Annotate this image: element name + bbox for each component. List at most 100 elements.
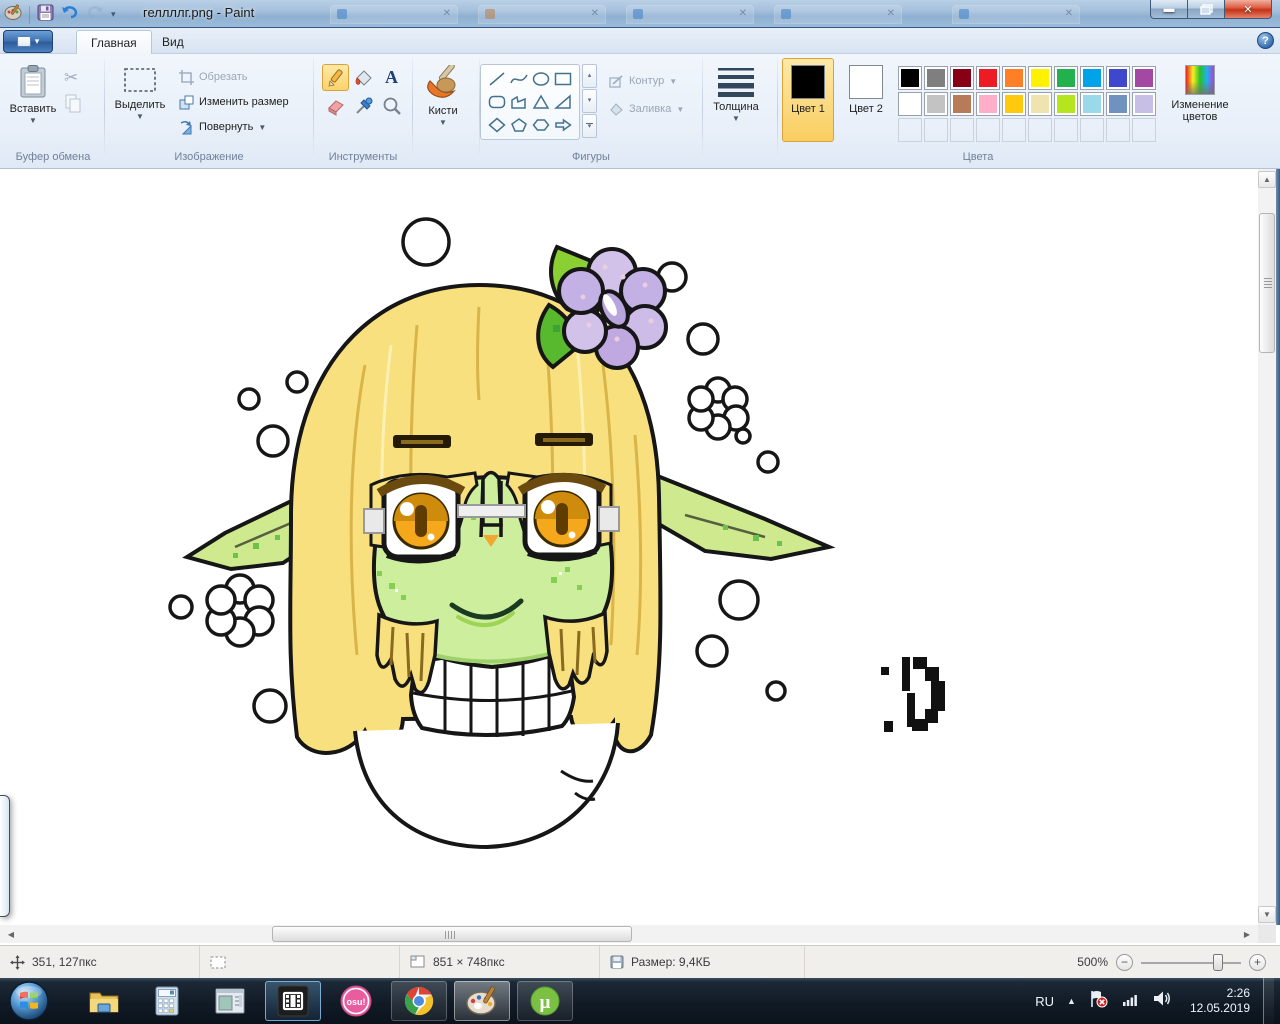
palette-swatch[interactable] <box>1028 66 1052 90</box>
taskbar-chrome[interactable] <box>391 981 447 1021</box>
zoom-out-button[interactable]: − <box>1116 954 1133 971</box>
save-button[interactable] <box>37 4 54 26</box>
shape-hexagon[interactable] <box>530 113 552 136</box>
palette-swatch-empty[interactable] <box>1002 118 1026 142</box>
start-button[interactable] <box>8 980 50 1022</box>
rotate-button[interactable]: Повернуть ▼ <box>175 116 293 138</box>
restore-button[interactable] <box>1188 0 1224 19</box>
palette-swatch-empty[interactable] <box>898 118 922 142</box>
shape-rectangle[interactable] <box>552 68 574 91</box>
palette-swatch[interactable] <box>898 66 922 90</box>
palette-swatch-empty[interactable] <box>1132 118 1156 142</box>
zoom-in-button[interactable]: + <box>1249 954 1266 971</box>
shapes-more-button[interactable]: ▾ <box>582 114 597 138</box>
taskbar-explorer[interactable] <box>76 981 132 1021</box>
palette-swatch[interactable] <box>1132 66 1156 90</box>
shape-arrow-right[interactable] <box>552 113 574 136</box>
taskbar-osu[interactable]: osu! <box>328 981 384 1021</box>
palette-swatch[interactable] <box>976 92 1000 116</box>
palette-swatch[interactable] <box>1132 92 1156 116</box>
shape-triangle[interactable] <box>530 91 552 114</box>
brushes-button[interactable]: Кисти ▼ <box>413 58 473 142</box>
close-button[interactable]: ✕ <box>1224 0 1272 19</box>
shape-line[interactable] <box>486 68 508 91</box>
action-center-icon[interactable] <box>1089 990 1109 1013</box>
crop-button[interactable]: Обрезать <box>175 66 293 88</box>
qat-customize-button[interactable]: ▾ <box>111 9 116 20</box>
taskbar-system-window[interactable] <box>202 981 258 1021</box>
palette-swatch[interactable] <box>976 66 1000 90</box>
scroll-left-arrow[interactable]: ◀ <box>2 925 20 943</box>
paint-menu-button[interactable]: ▾ <box>3 30 53 53</box>
tray-expand-button[interactable]: ▲ <box>1067 996 1076 1006</box>
horizontal-scroll-thumb[interactable] <box>272 926 632 942</box>
palette-swatch[interactable] <box>1054 66 1078 90</box>
cut-button[interactable]: ✂ <box>64 68 82 88</box>
palette-swatch[interactable] <box>924 92 948 116</box>
palette-swatch-empty[interactable] <box>1028 118 1052 142</box>
tab-view[interactable]: Вид <box>148 30 198 54</box>
palette-swatch[interactable] <box>1054 92 1078 116</box>
taskbar-utorrent[interactable]: µ <box>517 981 573 1021</box>
palette-swatch[interactable] <box>1080 66 1104 90</box>
show-desktop-button[interactable] <box>1263 978 1274 1024</box>
palette-swatch-empty[interactable] <box>1080 118 1104 142</box>
scroll-down-arrow[interactable]: ▼ <box>1258 906 1276 923</box>
language-indicator[interactable]: RU <box>1035 994 1054 1009</box>
shape-polygon[interactable] <box>508 91 530 114</box>
undo-button[interactable] <box>61 4 79 25</box>
tab-home[interactable]: Главная <box>76 30 152 54</box>
copy-button[interactable] <box>64 94 82 114</box>
select-button[interactable]: Выделить ▼ <box>105 58 175 142</box>
shape-pentagon[interactable] <box>508 113 530 136</box>
palette-swatch[interactable] <box>950 66 974 90</box>
palette-swatch-empty[interactable] <box>976 118 1000 142</box>
resize-button[interactable]: Изменить размер <box>175 91 293 113</box>
shape-diamond[interactable] <box>486 113 508 136</box>
paste-button[interactable]: Вставить ▼ <box>2 58 64 142</box>
palette-swatch[interactable] <box>898 92 922 116</box>
magnifier-tool[interactable] <box>378 92 405 119</box>
shape-rounded-rectangle[interactable] <box>486 91 508 114</box>
palette-swatch[interactable] <box>950 92 974 116</box>
scroll-up-arrow[interactable]: ▲ <box>1258 171 1276 188</box>
vertical-scrollbar[interactable]: ▲ ▼ <box>1258 169 1276 925</box>
shape-outline-button[interactable]: Контур ▼ <box>605 70 688 92</box>
palette-swatch-empty[interactable] <box>1106 118 1130 142</box>
network-icon[interactable] <box>1122 991 1140 1012</box>
color2-button[interactable]: Цвет 2 <box>840 58 892 142</box>
shapes-scroll-down-button[interactable]: ▾ <box>582 89 597 113</box>
palette-swatch[interactable] <box>924 66 948 90</box>
edit-colors-button[interactable]: Изменение цветов <box>1164 58 1236 142</box>
pencil-tool[interactable] <box>322 64 349 91</box>
paint-canvas-artwork[interactable] <box>165 185 965 943</box>
palette-swatch[interactable] <box>1028 92 1052 116</box>
scroll-right-arrow[interactable]: ▶ <box>1238 925 1256 943</box>
help-button[interactable]: ? <box>1257 32 1274 49</box>
zoom-slider[interactable] <box>1141 954 1241 971</box>
zoom-slider-thumb[interactable] <box>1213 954 1223 971</box>
taskbar-paint[interactable] <box>454 981 510 1021</box>
text-tool[interactable]: A <box>378 64 405 91</box>
redo-button[interactable] <box>86 4 104 25</box>
shape-right-triangle[interactable] <box>552 91 574 114</box>
palette-swatch-empty[interactable] <box>1054 118 1078 142</box>
shape-ellipse[interactable] <box>530 68 552 91</box>
palette-swatch[interactable] <box>1002 92 1026 116</box>
palette-swatch-empty[interactable] <box>924 118 948 142</box>
size-button[interactable]: Толщина ▼ <box>703 58 769 142</box>
shape-fill-button[interactable]: Заливка ▼ <box>605 98 688 120</box>
clock[interactable]: 2:26 12.05.2019 <box>1190 986 1250 1016</box>
volume-icon[interactable] <box>1153 990 1173 1012</box>
shape-curve[interactable] <box>508 68 530 91</box>
shapes-scroll-up-button[interactable]: ▴ <box>582 64 597 88</box>
minimize-button[interactable]: ▬ <box>1150 0 1188 19</box>
color-picker-tool[interactable] <box>350 92 377 119</box>
palette-swatch[interactable] <box>1080 92 1104 116</box>
palette-swatch[interactable] <box>1106 66 1130 90</box>
fill-tool[interactable] <box>350 64 377 91</box>
horizontal-scrollbar[interactable]: ◀ ▶ <box>0 925 1258 943</box>
palette-swatch[interactable] <box>1106 92 1130 116</box>
taskbar-calculator[interactable] <box>139 981 195 1021</box>
taskbar-movie-maker[interactable] <box>265 981 321 1021</box>
